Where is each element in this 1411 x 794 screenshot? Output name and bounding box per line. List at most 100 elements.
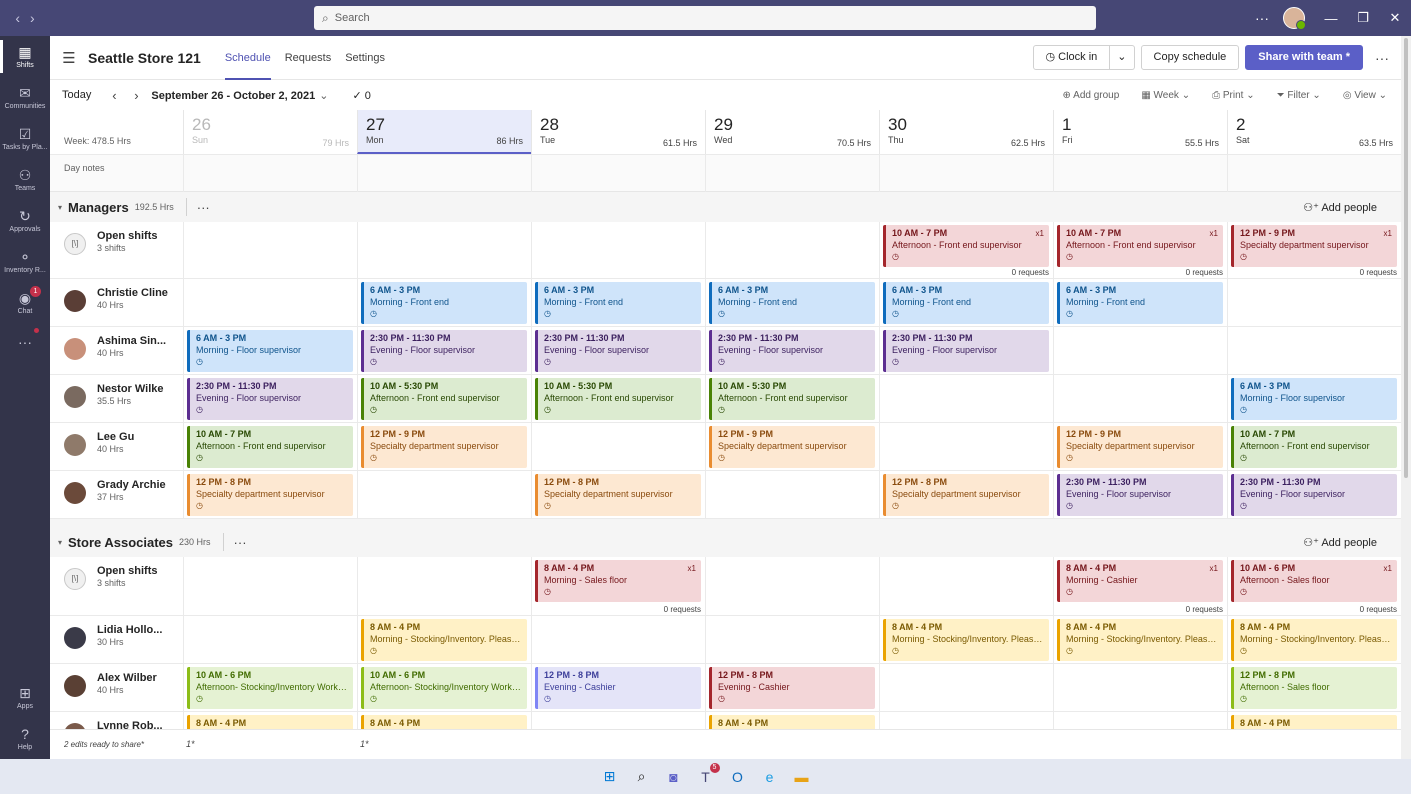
schedule-cell[interactable]: 12 PM - 8 PM Specialty department supervi… bbox=[879, 471, 1053, 518]
day-header-fri[interactable]: 1 Fri 55.5 Hrs bbox=[1053, 110, 1227, 154]
print-dropdown[interactable]: ⎙ Print ⌄ bbox=[1212, 90, 1255, 101]
schedule-cell[interactable]: 12 PM - 8 PM Specialty department supervi… bbox=[531, 471, 705, 518]
collapse-caret-icon[interactable]: ▾ bbox=[58, 203, 68, 212]
schedule-cell[interactable] bbox=[1227, 327, 1401, 374]
schedule-cell[interactable]: 2:30 PM - 11:30 PM Evening - Floor superv… bbox=[1053, 471, 1227, 518]
schedule-cell[interactable]: 8 AM - 4 PM Morning - Sales floor ◷ x1 0 req… bbox=[531, 557, 705, 615]
next-week-icon[interactable]: › bbox=[125, 88, 147, 103]
rail-item-chat[interactable]: ◉ Chat 1 bbox=[0, 282, 50, 323]
schedule-cell[interactable]: 10 AM - 5:30 PM Afternoon - Front end sup… bbox=[531, 375, 705, 422]
schedule-cell[interactable]: 10 AM - 5:30 PM Afternoon - Front end sup… bbox=[357, 375, 531, 422]
schedule-cell[interactable] bbox=[183, 616, 357, 663]
today-button[interactable]: Today bbox=[62, 89, 91, 101]
schedule-cell[interactable]: 10 AM - 6 PM Afternoon- Stocking/Inventor… bbox=[183, 664, 357, 711]
minimize-icon[interactable]: — bbox=[1315, 11, 1347, 26]
shift-card[interactable]: 6 AM - 3 PM Morning - Front end ◷ bbox=[709, 282, 875, 324]
close-icon[interactable]: ✕ bbox=[1379, 10, 1411, 26]
schedule-cell[interactable] bbox=[879, 557, 1053, 615]
schedule-cell[interactable]: 12 PM - 9 PM Specialty department supervi… bbox=[1227, 222, 1401, 278]
scrollbar-thumb[interactable] bbox=[1404, 38, 1408, 478]
back-arrow-icon[interactable]: ‹ bbox=[15, 10, 20, 26]
schedule-cell[interactable]: 2:30 PM - 11:30 PM Evening - Floor superv… bbox=[1227, 471, 1401, 518]
shift-card[interactable]: 10 AM - 6 PM Afternoon- Stocking/Inventor… bbox=[187, 667, 353, 709]
schedule-cell[interactable]: 10 AM - 7 PM Afternoon - Front end superv… bbox=[183, 423, 357, 470]
schedule-cell[interactable] bbox=[1227, 279, 1401, 326]
date-range-picker[interactable]: September 26 - October 2, 2021 ⌄ bbox=[151, 89, 328, 102]
schedule-cell[interactable]: 8 AM - 4 PM Morning - Stocking/Inventory.… bbox=[879, 616, 1053, 663]
employee-info[interactable]: Lee Gu 40 Hrs bbox=[64, 429, 182, 465]
taskbar-start[interactable]: ⊞ bbox=[599, 766, 621, 788]
day-note-cell[interactable] bbox=[1227, 155, 1401, 193]
schedule-cell[interactable] bbox=[531, 616, 705, 663]
schedule-cell[interactable]: 2:30 PM - 11:30 PM Evening - Floor superv… bbox=[357, 327, 531, 374]
schedule-cell[interactable]: 2:30 PM - 11:30 PM Evening - Floor superv… bbox=[183, 375, 357, 422]
schedule-cell[interactable] bbox=[183, 279, 357, 326]
day-note-cell[interactable] bbox=[1053, 155, 1227, 193]
shift-card[interactable]: 10 AM - 5:30 PM Afternoon - Front end sup… bbox=[361, 378, 527, 420]
schedule-cell[interactable]: 12 PM - 9 PM Specialty department supervi… bbox=[1053, 423, 1227, 470]
taskbar-outlook[interactable]: O bbox=[727, 766, 749, 788]
shift-card[interactable]: 8 AM - 4 PM Morning - Sales floor ◷ x1 bbox=[535, 560, 701, 602]
schedule-cell[interactable]: 6 AM - 3 PM Morning - Floor supervisor ◷ bbox=[1227, 375, 1401, 422]
day-header-thu[interactable]: 30 Thu 62.5 Hrs bbox=[879, 110, 1053, 154]
accept-count[interactable]: ✓ 0 bbox=[352, 89, 370, 102]
week-dropdown[interactable]: ▦ Week ⌄ bbox=[1141, 90, 1190, 101]
profile-avatar[interactable] bbox=[1283, 7, 1306, 30]
shift-card[interactable]: 2:30 PM - 11:30 PM Evening - Floor superv… bbox=[1057, 474, 1223, 516]
schedule-cell[interactable]: 2:30 PM - 11:30 PM Evening - Floor superv… bbox=[879, 327, 1053, 374]
schedule-cell[interactable]: 6 AM - 3 PM Morning - Front end ◷ bbox=[879, 279, 1053, 326]
day-header-tue[interactable]: 28 Tue 61.5 Hrs bbox=[531, 110, 705, 154]
shift-card[interactable]: 6 AM - 3 PM Morning - Front end ◷ bbox=[535, 282, 701, 324]
rail-item-inventory[interactable]: ⚬ Inventory R... bbox=[0, 241, 50, 282]
schedule-cell[interactable] bbox=[183, 557, 357, 615]
shift-card[interactable]: 12 PM - 9 PM Specialty department supervi… bbox=[709, 426, 875, 468]
tab-schedule[interactable]: Schedule bbox=[224, 36, 271, 80]
day-note-cell[interactable] bbox=[705, 155, 879, 193]
rail-item-apps[interactable]: ⊞ Apps bbox=[0, 677, 50, 718]
shift-card[interactable]: 2:30 PM - 11:30 PM Evening - Floor superv… bbox=[883, 330, 1049, 372]
schedule-cell[interactable]: 10 AM - 7 PM Afternoon - Front end superv… bbox=[1227, 423, 1401, 470]
schedule-cell[interactable]: 6 AM - 3 PM Morning - Front end ◷ bbox=[531, 279, 705, 326]
copy-schedule-button[interactable]: Copy schedule bbox=[1140, 45, 1240, 70]
prev-week-icon[interactable]: ‹ bbox=[103, 88, 125, 103]
shift-card[interactable]: 10 AM - 7 PM Afternoon - Front end superv… bbox=[883, 225, 1049, 267]
schedule-cell[interactable] bbox=[705, 222, 879, 278]
vertical-scrollbar[interactable] bbox=[1401, 36, 1411, 759]
restore-icon[interactable]: ❐ bbox=[1347, 10, 1379, 26]
schedule-cell[interactable]: 10 AM - 6 PM Afternoon- Stocking/Inventor… bbox=[357, 664, 531, 711]
search-input[interactable]: ⌕ Search bbox=[314, 6, 1096, 30]
shift-card[interactable]: 12 PM - 9 PM Specialty department supervi… bbox=[1231, 225, 1397, 267]
view-dropdown[interactable]: ◎ View ⌄ bbox=[1343, 90, 1387, 101]
add-people-button[interactable]: ⚇⁺ Add people bbox=[1303, 536, 1377, 549]
employee-info[interactable]: Alex Wilber 40 Hrs bbox=[64, 670, 182, 706]
filter-dropdown[interactable]: ⏷ Filter ⌄ bbox=[1277, 90, 1321, 101]
day-note-cell[interactable] bbox=[879, 155, 1053, 193]
schedule-cell[interactable] bbox=[879, 423, 1053, 470]
shift-card[interactable]: 2:30 PM - 11:30 PM Evening - Floor superv… bbox=[361, 330, 527, 372]
shift-card[interactable]: 10 AM - 5:30 PM Afternoon - Front end sup… bbox=[709, 378, 875, 420]
clock-in-button[interactable]: ◷ Clock in bbox=[1032, 45, 1111, 70]
schedule-cell[interactable]: 8 AM - 4 PM Morning - Stocking/Inventory.… bbox=[1053, 616, 1227, 663]
schedule-cell[interactable]: 8 AM - 4 PM Morning - Stocking/Inventory.… bbox=[357, 616, 531, 663]
schedule-cell[interactable] bbox=[357, 222, 531, 278]
shift-card[interactable]: 10 AM - 7 PM Afternoon - Front end superv… bbox=[1231, 426, 1397, 468]
schedule-cell[interactable] bbox=[357, 557, 531, 615]
share-with-team-button[interactable]: Share with team * bbox=[1245, 45, 1363, 70]
schedule-cell[interactable]: 12 PM - 8 PM Evening - Cashier ◷ bbox=[705, 664, 879, 711]
schedule-cell[interactable] bbox=[1053, 664, 1227, 711]
group-more-icon[interactable]: ··· bbox=[197, 200, 210, 215]
employee-info[interactable]: [\] Open shifts 3 shifts bbox=[64, 228, 182, 264]
shift-card[interactable]: 12 PM - 9 PM Specialty department supervi… bbox=[361, 426, 527, 468]
shift-card[interactable]: 12 PM - 8 PM Specialty department supervi… bbox=[187, 474, 353, 516]
rail-item-more[interactable]: ··· bbox=[0, 323, 50, 364]
shift-card[interactable]: 12 PM - 8 PM Specialty department supervi… bbox=[883, 474, 1049, 516]
taskbar-search[interactable]: ⌕ bbox=[631, 766, 653, 788]
shift-card[interactable]: 10 AM - 6 PM Afternoon - Sales floor ◷ x1 bbox=[1231, 560, 1397, 602]
shift-card[interactable]: 12 PM - 8 PM Evening - Cashier ◷ bbox=[535, 667, 701, 709]
schedule-cell[interactable]: 6 AM - 3 PM Morning - Front end ◷ bbox=[705, 279, 879, 326]
shift-card[interactable]: 12 PM - 9 PM Specialty department supervi… bbox=[1057, 426, 1223, 468]
schedule-cell[interactable] bbox=[357, 471, 531, 518]
taskbar-teams[interactable]: T5 bbox=[695, 762, 720, 788]
taskbar-edge[interactable]: e bbox=[759, 766, 781, 788]
settings-more-icon[interactable]: ··· bbox=[1247, 10, 1277, 26]
